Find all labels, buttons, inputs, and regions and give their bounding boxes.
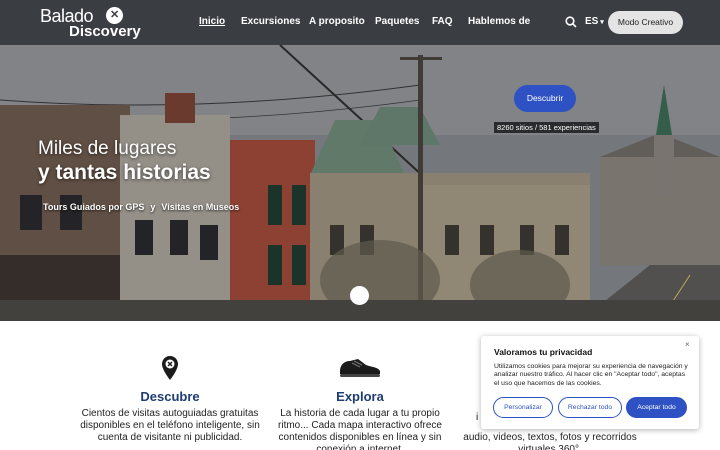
stats-badge: 8260 sitios / 581 experiencias [494,122,599,133]
feature-text-discover: Cientos de visitas autoguiadas gratuitas… [80,408,260,443]
feature-text-explore: La historia de cada lugar a tu propio ri… [278,408,442,450]
hero-subtitle: Tours Guiados por GPS y Visitas en Museos [43,202,245,212]
nav-item-hablemos[interactable]: Hablemos de [468,16,530,27]
discover-button[interactable]: Descubrir [514,85,576,112]
cookie-text: Utilizamos cookies para mejorar su exper… [494,363,688,387]
nav-item-paquetes[interactable]: Paquetes [375,16,419,27]
accept-all-button[interactable]: Aceptar todo [626,397,687,418]
cookie-title: Valoramos tu privacidad [494,347,593,357]
hero-title-line1: Miles de lugares [38,138,177,159]
language-code: ES [585,16,599,27]
site-logo[interactable]: Balado Discovery [40,6,141,40]
nav-item-excursiones[interactable]: Excursiones [241,16,300,27]
top-navbar: Balado Discovery Inicio Excursiones A pr… [0,0,720,45]
feature-title-explore: Explora [336,389,384,404]
logo-text-bottom: Discovery [69,23,141,40]
chevron-down-icon: ▾ [598,19,604,26]
hero-banner: Miles de lugares y tantas historias Tour… [0,45,720,321]
search-icon[interactable] [565,16,577,28]
hero-subtitle-gps: Tours Guiados por GPS [43,202,145,212]
nav-item-inicio[interactable]: Inicio [199,16,225,27]
customize-button[interactable]: Personalizar [493,397,553,418]
feature-text-experience: audio, videos, textos, fotos y recorrido… [463,432,637,450]
logo-pin-icon [106,7,123,24]
nav-item-faq[interactable]: FAQ [432,16,453,27]
close-icon[interactable]: × [685,340,690,349]
feature-title-discover: Descubre [140,389,200,404]
shoe-icon [340,359,380,377]
feature-text-fragment: i [476,412,479,423]
reject-all-button[interactable]: Rechazar todo [558,397,622,418]
hero-subtitle-museums: Visitas en Museos [161,202,240,212]
cookie-consent-dialog: Valoramos tu privacidad × Utilizamos coo… [481,336,699,429]
creative-mode-button[interactable]: Modo Creativo [608,11,683,34]
hero-subtitle-connector: y [150,202,156,212]
carousel-dot[interactable] [350,286,369,305]
nav-item-a-proposito[interactable]: A proposito [309,16,365,27]
language-selector[interactable]: ES ▾ [585,16,604,27]
location-pin-icon [162,356,178,380]
hero-title-line2: y tantas historias [38,161,211,184]
